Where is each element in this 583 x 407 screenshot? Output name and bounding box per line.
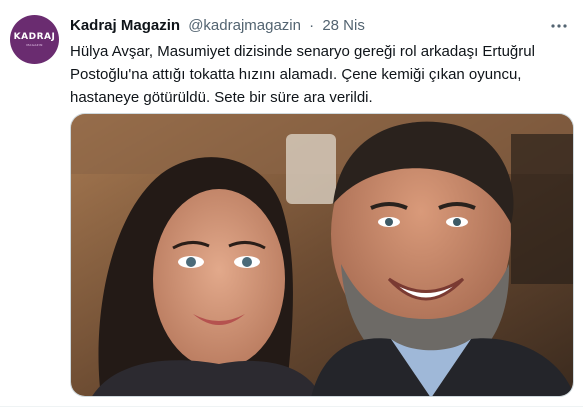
tweet-header: Kadraj Magazin @kadrajmagazin · 28 Nis [70,16,543,36]
selfie-photo [71,114,573,396]
author-handle[interactable]: @kadrajmagazin [188,17,301,34]
tweet-text: Hülya Avşar, Masumiyet dizisinde senaryo… [70,43,535,106]
author-name[interactable]: Kadraj Magazin [70,17,180,34]
separator-dot: · [309,17,315,34]
avatar[interactable]: KADRAJ MAGAZIN [10,15,59,64]
tweet[interactable]: KADRAJ MAGAZIN Kadraj Magazin @kadrajmag… [0,0,583,407]
tweet-date[interactable]: 28 Nis [322,17,365,34]
avatar-logo-text: KADRAJ [13,32,56,42]
tweet-photo[interactable] [70,113,574,397]
avatar-logo-subtext: MAGAZIN [26,43,43,47]
more-horizontal-icon[interactable] [547,14,571,38]
